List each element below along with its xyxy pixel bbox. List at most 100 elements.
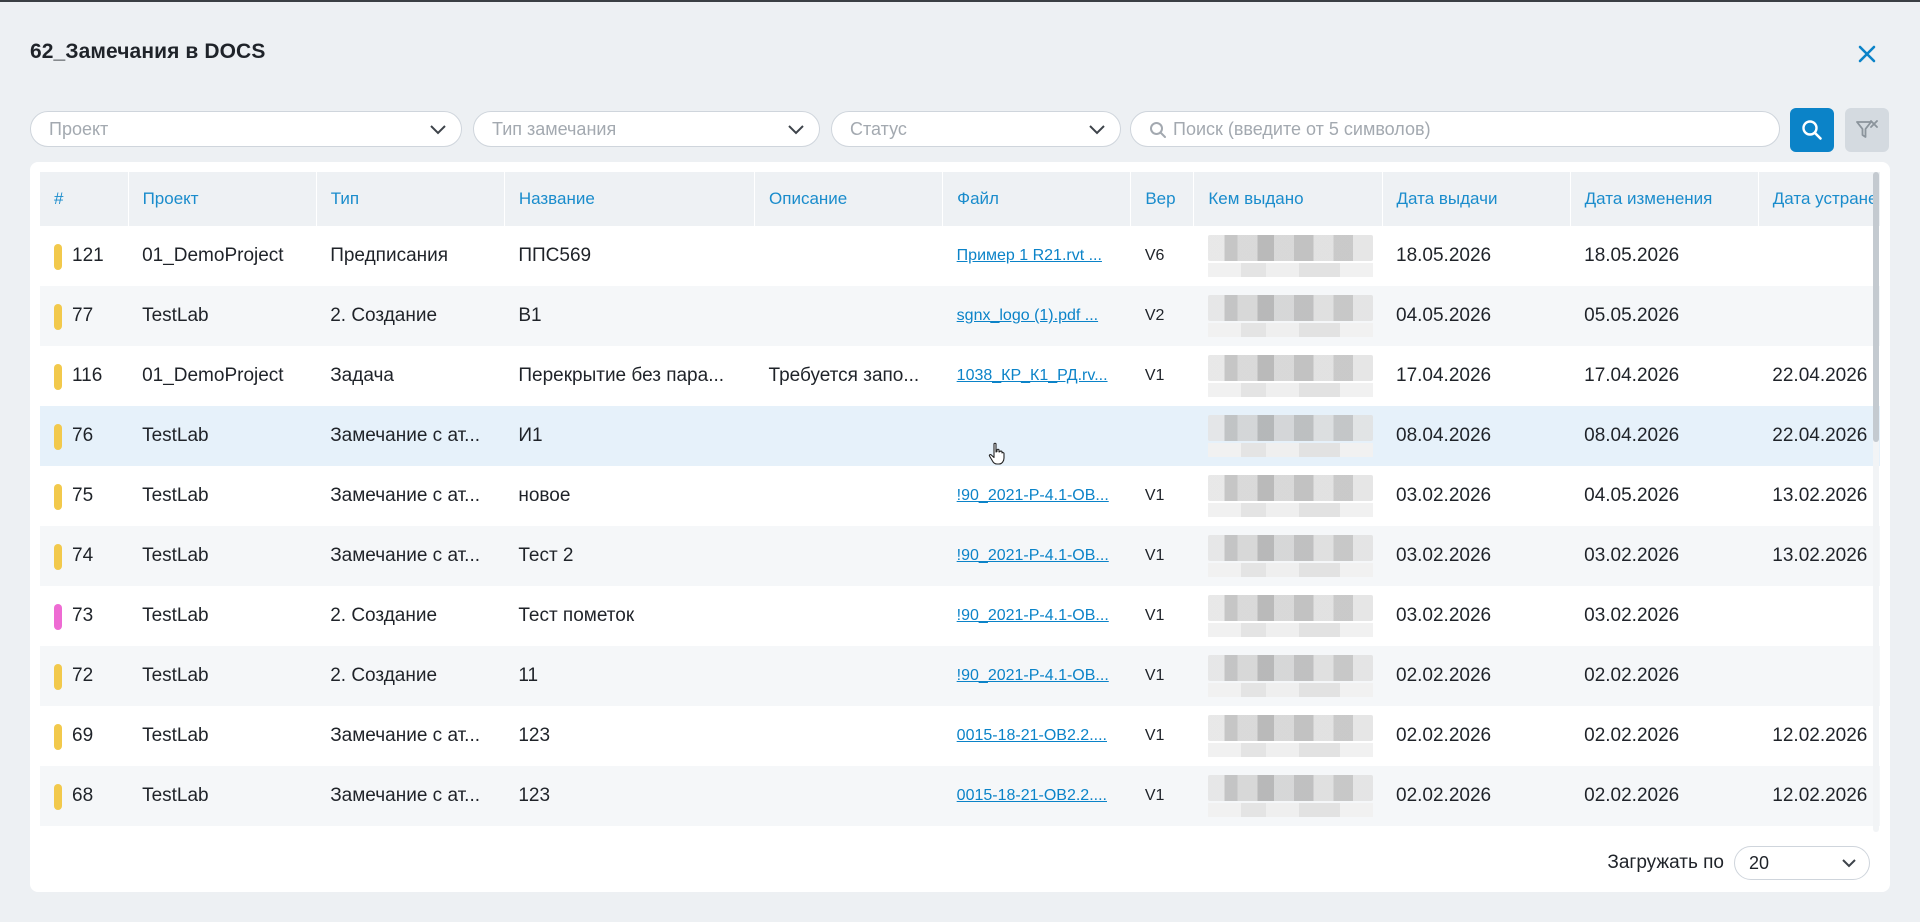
issue-date-cell: 03.02.2026 [1382, 526, 1571, 586]
status-select-placeholder: Статус [850, 118, 907, 139]
row-number: 69 [72, 725, 94, 746]
type-cell: Замечание с ат... [316, 526, 505, 586]
row-number: 76 [72, 425, 94, 446]
issued-by-cell [1194, 586, 1382, 646]
column-header[interactable]: Файл [942, 172, 1132, 226]
close-button[interactable] [1853, 40, 1881, 68]
redacted-name [1207, 355, 1373, 381]
search-icon [1802, 120, 1822, 140]
remark-type-select[interactable]: Тип замечания [473, 111, 820, 147]
page-size-control: Загружать по 20 [1607, 846, 1870, 880]
column-header[interactable]: Кем выдано [1193, 172, 1383, 226]
redacted-name-extra [1207, 563, 1373, 577]
issued-by-cell [1193, 646, 1382, 706]
column-header[interactable]: # [40, 172, 129, 226]
row-number: 74 [72, 545, 94, 566]
page-size-label: Загружать по [1607, 852, 1724, 873]
row-number-cell: 69 [40, 706, 128, 766]
filter-clear-icon [1856, 120, 1878, 138]
file-link[interactable]: sgnx_logo (1).pdf ... [942, 286, 1131, 346]
status-marker [54, 724, 62, 750]
type-cell: Замечание с ат... [330, 485, 481, 506]
table-row[interactable]: 68 TestLab Замечание с ат... 123 0015-18-21-… [40, 766, 1880, 826]
status-marker [54, 544, 62, 570]
search-input[interactable]: Поиск (введите от 5 символов) [1130, 111, 1780, 147]
fix-date-cell [1758, 226, 1880, 286]
page-size-select[interactable]: 20 [1734, 846, 1870, 880]
issued-by-cell [1193, 766, 1382, 826]
fix-date-cell: 12.02.2026 [1758, 766, 1880, 826]
version-cell: V6 [1144, 247, 1165, 264]
page-size-value: 20 [1749, 852, 1770, 873]
name-cell: В1 [504, 286, 755, 346]
row-number-cell: 74 [40, 526, 129, 586]
row-number: 73 [72, 605, 94, 626]
row-number-cell: 116 [40, 346, 128, 406]
file-link[interactable]: 0015-18-21-ОВ2.2.... [943, 706, 1131, 766]
chevron-down-icon [1842, 859, 1856, 868]
table-row[interactable]: 121 01_DemoProject Предписания ППС569 Пример… [40, 226, 1880, 286]
hand-cursor-icon [988, 442, 1005, 465]
file-link[interactable]: !90_2021-Р-4.1-ОВ... [942, 526, 1131, 586]
type-cell: Замечание с ат... [316, 406, 505, 466]
search-button[interactable] [1790, 108, 1834, 152]
issued-by-cell [1193, 286, 1382, 346]
description-cell: Требуется запо... [768, 365, 920, 386]
redacted-name-extra [1207, 503, 1373, 517]
issued-by-cell [1193, 526, 1382, 586]
project-cell: TestLab [128, 766, 317, 826]
table-row[interactable]: 74 TestLab Замечание с ат... Тест 2 !90_2021… [40, 526, 1880, 586]
column-header[interactable]: Дата изменения [1570, 172, 1759, 226]
row-number-cell: 76 [40, 406, 129, 466]
redacted-name [1207, 535, 1373, 561]
column-header[interactable]: Дата выдачи [1382, 172, 1571, 226]
change-date-cell: 02.02.2026 [1584, 725, 1680, 746]
status-marker [54, 604, 62, 630]
table-row[interactable]: 72 TestLab 2. Создание 11 !90_2021-Р-4.1-ОВ.… [40, 646, 1880, 706]
results-panel: # Проект Тип Название Описание Файл Вер … [30, 162, 1890, 892]
row-number: 116 [72, 365, 103, 386]
table-row[interactable]: 116 01_DemoProject Задача Перекрытие без па… [40, 346, 1880, 406]
file-link[interactable]: !90_2021-Р-4.1-ОВ... [942, 646, 1131, 706]
type-cell: Замечание с ат... [330, 725, 481, 746]
file-link[interactable]: !90_2021-Р-4.1-ОВ... [943, 586, 1131, 646]
column-header[interactable]: Вер [1130, 172, 1195, 226]
name-cell: И1 [504, 406, 755, 466]
type-cell: 2. Создание [316, 286, 505, 346]
table-row[interactable]: 76 TestLab Замечание с ат... И1 08.04.2026 08… [40, 406, 1880, 466]
redacted-name [1207, 235, 1373, 261]
file-link[interactable]: 0015-18-21-ОВ2.2.... [942, 766, 1131, 826]
file-link[interactable]: !90_2021-Р-4.1-ОВ... [943, 466, 1131, 526]
table-row[interactable]: 77 TestLab 2. Создание В1 sgnx_logo (1).pdf … [40, 286, 1880, 346]
column-header[interactable]: Дата устране [1758, 172, 1880, 226]
scrollbar-thumb[interactable] [1873, 172, 1879, 442]
table-row[interactable]: 73 TestLab 2. Создание Тест пометок !90_2021… [40, 586, 1880, 646]
file-link[interactable]: Пример 1 R21.rvt ... [943, 226, 1131, 286]
project-cell: 01_DemoProject [142, 365, 284, 386]
column-header[interactable]: Описание [754, 172, 944, 226]
description-cell [755, 226, 943, 286]
table-row[interactable]: 69 TestLab Замечание с ат... 123 0015-18-21-… [40, 706, 1880, 766]
description-cell [755, 586, 943, 646]
column-header[interactable]: Название [504, 172, 756, 226]
file-link[interactable] [942, 406, 1131, 466]
fix-date-cell: 12.02.2026 [1772, 725, 1868, 746]
column-header[interactable]: Проект [128, 172, 317, 226]
redacted-name-extra [1207, 263, 1373, 277]
issue-date-cell: 04.05.2026 [1382, 286, 1571, 346]
table-row[interactable]: 75 TestLab Замечание с ат... новое !90_2021-… [40, 466, 1880, 526]
file-link[interactable]: 1038_КР_К1_РД.rv... [943, 346, 1131, 406]
name-cell: Тест 2 [504, 526, 755, 586]
status-select[interactable]: Статус [831, 111, 1121, 147]
status-marker [54, 304, 62, 330]
issue-date-cell: 02.02.2026 [1396, 725, 1492, 746]
column-header[interactable]: Тип [316, 172, 505, 226]
clear-filters-button[interactable] [1845, 108, 1889, 152]
vertical-scrollbar[interactable] [1873, 172, 1879, 832]
project-cell: 01_DemoProject [142, 245, 284, 266]
fix-date-cell: 22.04.2026 [1758, 406, 1880, 466]
redacted-name-extra [1207, 323, 1373, 337]
project-select[interactable]: Проект [30, 111, 462, 147]
row-number-cell: 73 [40, 586, 128, 646]
type-cell: 2. Создание [330, 605, 438, 626]
